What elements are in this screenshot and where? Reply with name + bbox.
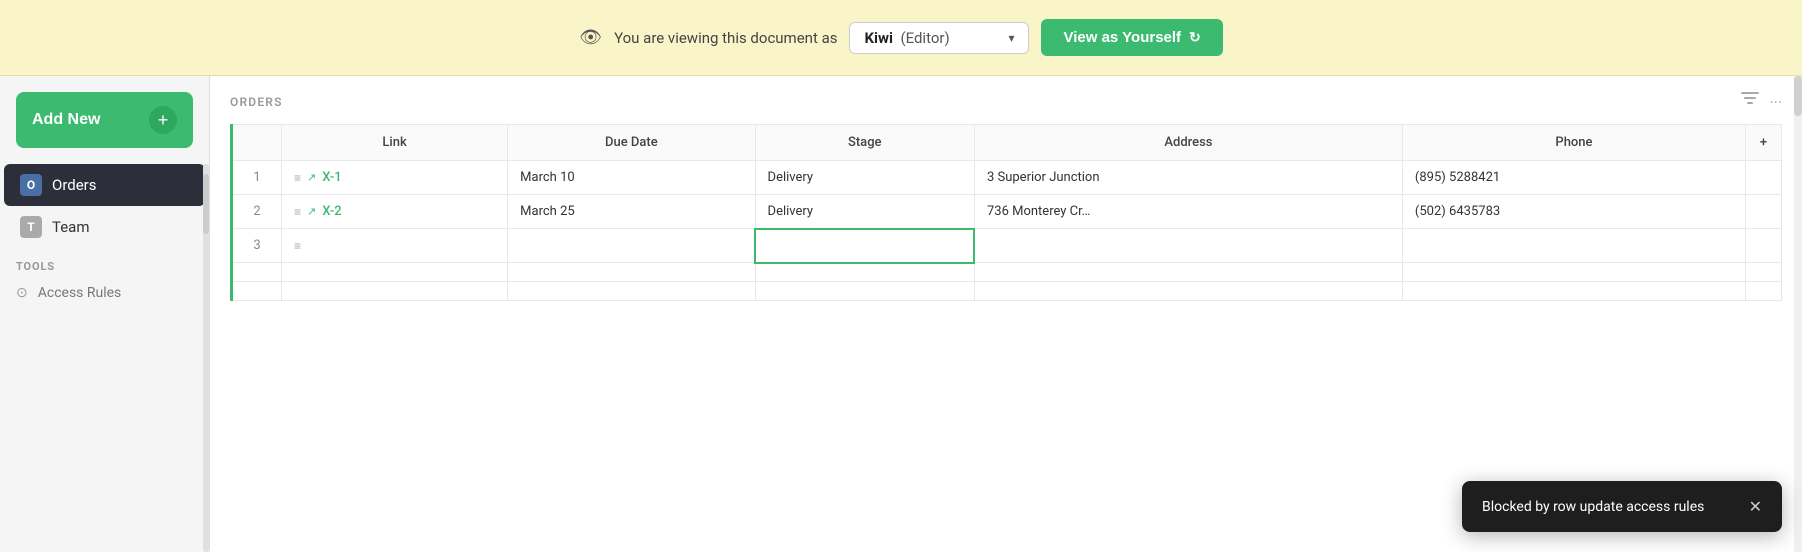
view-as-yourself-button[interactable]: View as Yourself ↻ <box>1041 19 1222 56</box>
tools-section-label: TOOLS <box>0 248 209 277</box>
empty-cell-2 <box>1746 195 1782 229</box>
phone-cell-3[interactable] <box>1402 229 1745 263</box>
row-handle-icon: ≡ <box>294 205 301 219</box>
dropdown-role: (Editor) <box>900 29 949 47</box>
due-date-cell-1[interactable]: March 10 <box>508 161 755 195</box>
external-link-icon[interactable]: ↗ <box>307 205 316 218</box>
table-header-row: ORDERS ··· <box>230 92 1782 112</box>
row-handle-icon: ≡ <box>294 171 301 185</box>
link-value-2: X-2 <box>322 204 341 219</box>
add-column-button[interactable]: + <box>1746 125 1782 161</box>
empty-link[interactable] <box>282 263 508 282</box>
row-number-3: 3 <box>232 229 282 263</box>
empty-add <box>1746 263 1782 282</box>
due-date-cell-3[interactable] <box>508 229 755 263</box>
address-cell-2[interactable]: 736 Monterey Cr… <box>974 195 1402 229</box>
table-scrollbar[interactable] <box>1794 76 1802 552</box>
phone-cell-1[interactable]: (895) 5288421 <box>1402 161 1745 195</box>
view-as-banner: 👁 You are viewing this document as Kiwi … <box>0 0 1802 76</box>
stage-header: Stage <box>755 125 974 161</box>
sidebar-scrollbar[interactable] <box>203 164 209 552</box>
table-header: Link Due Date Stage Address Phone + <box>232 125 1782 161</box>
orders-icon: O <box>20 174 42 196</box>
add-new-button[interactable]: Add New + <box>16 92 193 148</box>
sidebar-item-team-label: Team <box>52 218 90 236</box>
table-row: 2 ≡ ↗ X-2 March 25 Delivery 736 Monterey… <box>232 195 1782 229</box>
sidebar-scrollbar-thumb <box>203 174 209 234</box>
main-layout: Add New + O Orders T Team TOOLS ⊙ Access… <box>0 76 1802 552</box>
eye-icon: 👁 <box>579 27 602 48</box>
stage-cell-2[interactable]: Delivery <box>755 195 974 229</box>
view-as-label: View as Yourself <box>1063 29 1181 46</box>
table-row-empty <box>232 263 1782 282</box>
address-cell-3[interactable] <box>974 229 1402 263</box>
add-new-plus-icon: + <box>149 106 177 134</box>
sidebar-nav: O Orders T Team TOOLS ⊙ Access Rules <box>0 164 209 552</box>
dropdown-user: Kiwi <box>864 29 893 47</box>
access-rules-icon: ⊙ <box>16 285 28 301</box>
banner-text: You are viewing this document as <box>614 29 837 47</box>
row-number-1: 1 <box>232 161 282 195</box>
table-actions: ··· <box>1741 92 1782 112</box>
sidebar-item-orders-label: Orders <box>52 176 97 194</box>
external-link-icon[interactable]: ↗ <box>307 171 316 184</box>
user-dropdown[interactable]: Kiwi (Editor) ▾ <box>849 22 1029 54</box>
row-number-2: 2 <box>232 195 282 229</box>
empty-cell-3 <box>1746 229 1782 263</box>
empty-link[interactable] <box>282 282 508 301</box>
add-new-label: Add New <box>32 111 100 129</box>
due-date-header: Due Date <box>508 125 755 161</box>
stage-cell-3[interactable] <box>755 229 974 263</box>
link-header: Link <box>282 125 508 161</box>
row-number-header <box>232 125 282 161</box>
chevron-down-icon: ▾ <box>1008 31 1014 45</box>
due-date-cell-2[interactable]: March 25 <box>508 195 755 229</box>
filter-icon[interactable] <box>1741 92 1759 112</box>
sidebar-item-orders[interactable]: O Orders <box>4 164 205 206</box>
empty-stage[interactable] <box>755 263 974 282</box>
empty-address[interactable] <box>974 263 1402 282</box>
sidebar-item-team[interactable]: T Team <box>4 206 205 248</box>
link-value-1: X-1 <box>322 170 341 185</box>
empty-due[interactable] <box>508 263 755 282</box>
phone-cell-2[interactable]: (502) 6435783 <box>1402 195 1745 229</box>
row-handle-icon: ≡ <box>294 239 301 253</box>
address-cell-1[interactable]: 3 Superior Junction <box>974 161 1402 195</box>
data-grid: Link Due Date Stage Address Phone + 1 <box>230 124 1782 301</box>
toast-message: Blocked by row update access rules <box>1482 499 1733 515</box>
empty-num <box>232 263 282 282</box>
empty-address[interactable] <box>974 282 1402 301</box>
address-header: Address <box>974 125 1402 161</box>
empty-phone[interactable] <box>1402 263 1745 282</box>
toast-close-button[interactable]: ✕ <box>1749 497 1762 516</box>
link-cell-2[interactable]: ≡ ↗ X-2 <box>282 195 508 229</box>
table-row: 3 ≡ <box>232 229 1782 263</box>
phone-header: Phone <box>1402 125 1745 161</box>
sidebar-item-access-rules[interactable]: ⊙ Access Rules <box>0 277 209 309</box>
table-scrollbar-thumb <box>1794 76 1802 116</box>
toast-notification: Blocked by row update access rules ✕ <box>1462 481 1782 532</box>
empty-num <box>232 282 282 301</box>
table-row-empty <box>232 282 1782 301</box>
empty-due[interactable] <box>508 282 755 301</box>
content-area: ORDERS ··· Link Due Date Stage Address <box>210 76 1802 552</box>
link-cell-1[interactable]: ≡ ↗ X-1 <box>282 161 508 195</box>
stage-cell-1[interactable]: Delivery <box>755 161 974 195</box>
access-rules-label: Access Rules <box>38 285 122 301</box>
empty-phone[interactable] <box>1402 282 1745 301</box>
link-cell-3[interactable]: ≡ <box>282 229 508 263</box>
empty-add <box>1746 282 1782 301</box>
refresh-icon: ↻ <box>1189 29 1201 46</box>
table-row: 1 ≡ ↗ X-1 March 10 Delivery 3 Superior J… <box>232 161 1782 195</box>
table-title: ORDERS <box>230 95 283 109</box>
team-icon: T <box>20 216 42 238</box>
empty-stage[interactable] <box>755 282 974 301</box>
sidebar: Add New + O Orders T Team TOOLS ⊙ Access… <box>0 76 210 552</box>
more-options-icon[interactable]: ··· <box>1769 93 1782 112</box>
empty-cell-1 <box>1746 161 1782 195</box>
